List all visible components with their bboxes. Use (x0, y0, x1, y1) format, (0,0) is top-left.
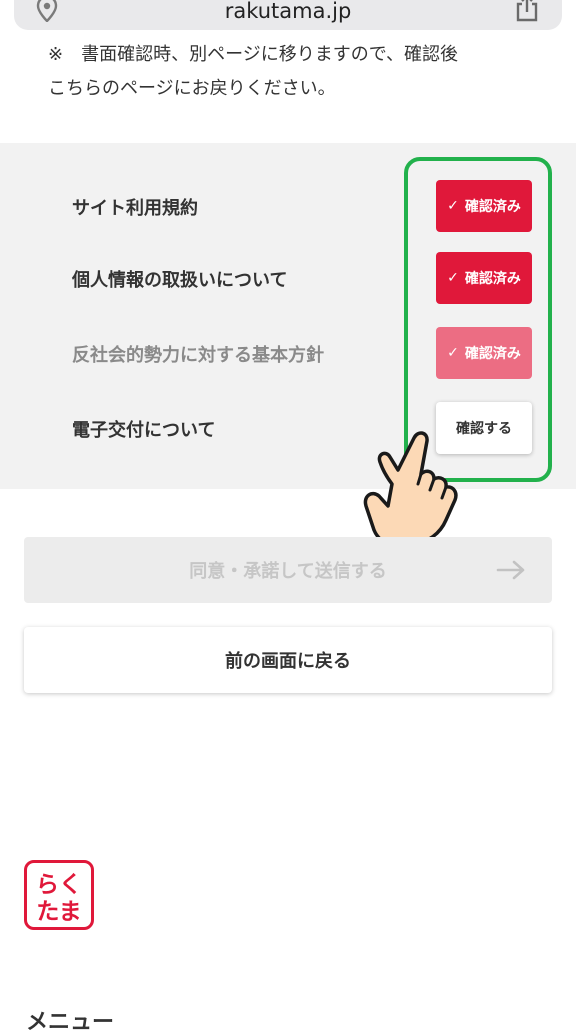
document-label: 電子交付について (72, 420, 216, 441)
submit-label: 同意・承諾して送信する (189, 561, 387, 582)
share-icon[interactable] (514, 0, 540, 22)
arrow-right-icon (496, 560, 525, 580)
rakutama-logo[interactable]: らく たま (24, 860, 94, 930)
document-label: 反社会的勢力に対する基本方針 (72, 345, 324, 366)
pointing-hand-icon (363, 431, 458, 548)
document-label: サイト利用規約 (72, 198, 198, 219)
browser-address-bar[interactable]: rakutama.jp (14, 0, 562, 30)
logo-mark: らく たま (36, 872, 82, 925)
document-label: 個人情報の取扱いについて (72, 270, 288, 291)
logo-line-1: らく (36, 872, 82, 898)
back-button[interactable]: 前の画面に戻る (24, 627, 552, 693)
menu-heading: メニュー (26, 1010, 115, 1035)
agree-submit-button[interactable]: 同意・承諾して送信する (24, 537, 552, 603)
url-text: rakutama.jp (224, 0, 352, 23)
instruction-note: ※ 書面確認時、別ページに移りますので、確認後 こちらのページにお戻りください。 (48, 38, 548, 106)
note-line-1: ※ 書面確認時、別ページに移りますので、確認後 (48, 44, 458, 65)
logo-line-2: たま (36, 899, 81, 925)
back-label: 前の画面に戻る (225, 651, 351, 672)
note-line-2: こちらのページにお戻りください。 (48, 78, 336, 99)
